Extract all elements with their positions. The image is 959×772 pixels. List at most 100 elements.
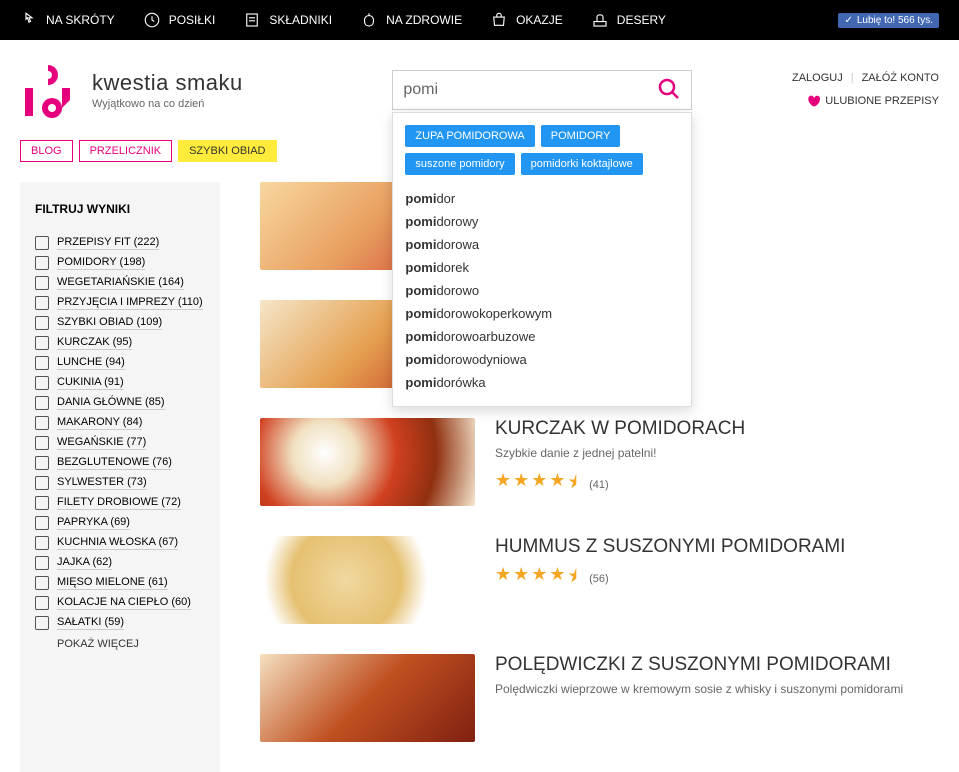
filter-checkbox[interactable]	[35, 516, 49, 530]
filter-label[interactable]: BEZGLUTENOWE (76)	[57, 456, 172, 470]
filter-label[interactable]: PAPRYKA (69)	[57, 516, 130, 530]
star-icon: ★	[531, 564, 547, 594]
filter-checkbox[interactable]	[35, 316, 49, 330]
filter-checkbox[interactable]	[35, 576, 49, 590]
star-icon: ★	[549, 564, 565, 594]
filter-checkbox[interactable]	[35, 396, 49, 410]
filter-label[interactable]: LUNCHE (94)	[57, 356, 125, 370]
rating-stars: ★★★★⯨	[495, 564, 577, 594]
logo[interactable]: kwestia smaku Wyjątkowo na co dzień	[20, 60, 243, 120]
filter-label[interactable]: MAKARONY (84)	[57, 416, 142, 430]
filter-label[interactable]: WEGAŃSKIE (77)	[57, 436, 146, 450]
account-links: ZALOGUJ | ZAŁÓŻ KONTO ULUBIONE PRZEPISY	[792, 72, 939, 108]
top-nav-left: NA SKRÓTY POSIŁKI SKŁADNIKI NA ZDROWIE O…	[20, 11, 666, 29]
filter-item: PRZEPISY FIT (222)	[35, 236, 205, 250]
suggestion-tag[interactable]: pomidorki koktajlowe	[521, 153, 643, 175]
suggestion-item[interactable]: pomidor	[405, 187, 679, 210]
filter-item: KURCZAK (95)	[35, 336, 205, 350]
filter-item: SAŁATKI (59)	[35, 616, 205, 630]
favorites-link[interactable]: ULUBIONE PRZEPISY	[806, 94, 939, 108]
suggestion-item[interactable]: pomidorowokoperkowym	[405, 302, 679, 325]
nav-label: OKAZJE	[516, 13, 563, 27]
filter-label[interactable]: SZYBKI OBIAD (109)	[57, 316, 162, 330]
pointer-icon	[20, 11, 38, 29]
sidebar-title: FILTRUJ WYNIKI	[35, 202, 205, 216]
show-more-button[interactable]: POKAŻ WIĘCEJ	[57, 638, 205, 650]
result-content: POLĘDWICZKI Z SUSZONYMI POMIDORAMIPolędw…	[495, 654, 939, 742]
suggestion-tag[interactable]: ZUPA POMIDOROWA	[405, 125, 534, 147]
blog-button[interactable]: BLOG	[20, 140, 73, 162]
filter-checkbox[interactable]	[35, 236, 49, 250]
filter-label[interactable]: PRZYJĘCIA I IMPREZY (110)	[57, 296, 203, 310]
filter-label[interactable]: DANIA GŁÓWNE (85)	[57, 396, 165, 410]
suggestion-item[interactable]: pomidorówka	[405, 371, 679, 394]
result-item[interactable]: KURCZAK W POMIDORACHSzybkie danie z jedn…	[260, 418, 939, 506]
converter-button[interactable]: PRZELICZNIK	[79, 140, 173, 162]
nav-label: DESERY	[617, 13, 666, 27]
filter-checkbox[interactable]	[35, 296, 49, 310]
nav-meals[interactable]: POSIŁKI	[143, 11, 216, 29]
logo-text: kwestia smaku Wyjątkowo na co dzień	[92, 70, 243, 110]
result-image	[260, 418, 475, 506]
login-link[interactable]: ZALOGUJ	[792, 72, 843, 84]
star-icon: ★	[513, 564, 529, 594]
filter-label[interactable]: KURCZAK (95)	[57, 336, 132, 350]
filter-checkbox[interactable]	[35, 336, 49, 350]
filter-checkbox[interactable]	[35, 616, 49, 630]
nav-ingredients[interactable]: SKŁADNIKI	[243, 11, 332, 29]
nav-shortcuts[interactable]: NA SKRÓTY	[20, 11, 115, 29]
suggestion-item[interactable]: pomidorowo	[405, 279, 679, 302]
rating-stars: ★★★★⯨	[495, 470, 577, 500]
star-icon: ★	[495, 564, 511, 594]
filter-checkbox[interactable]	[35, 496, 49, 510]
filter-label[interactable]: PRZEPISY FIT (222)	[57, 236, 159, 250]
suggestion-tag[interactable]: POMIDORY	[541, 125, 621, 147]
filter-label[interactable]: SYLWESTER (73)	[57, 476, 147, 490]
result-item[interactable]: POLĘDWICZKI Z SUSZONYMI POMIDORAMIPolędw…	[260, 654, 939, 742]
logo-title: kwestia smaku	[92, 70, 243, 96]
register-link[interactable]: ZAŁÓŻ KONTO	[862, 72, 939, 84]
suggestion-item[interactable]: pomidorek	[405, 256, 679, 279]
filter-checkbox[interactable]	[35, 456, 49, 470]
result-title: KURCZAK W POMIDORACH	[495, 418, 939, 440]
suggestion-item[interactable]: pomidorowa	[405, 233, 679, 256]
filter-item: BEZGLUTENOWE (76)	[35, 456, 205, 470]
nav-label: NA ZDROWIE	[386, 13, 462, 27]
suggestion-tag[interactable]: suszone pomidory	[405, 153, 514, 175]
filter-label[interactable]: MIĘSO MIELONE (61)	[57, 576, 168, 590]
nav-label: POSIŁKI	[169, 13, 216, 27]
filter-checkbox[interactable]	[35, 276, 49, 290]
filter-label[interactable]: FILETY DROBIOWE (72)	[57, 496, 181, 510]
nav-health[interactable]: NA ZDROWIE	[360, 11, 462, 29]
search-button[interactable]	[657, 77, 681, 104]
result-item[interactable]: HUMMUS Z SUSZONYMI POMIDORAMI★★★★⯨(56)	[260, 536, 939, 624]
bag-icon	[490, 11, 508, 29]
filter-checkbox[interactable]	[35, 556, 49, 570]
filter-checkbox[interactable]	[35, 596, 49, 610]
filter-label[interactable]: CUKINIA (91)	[57, 376, 124, 390]
suggestion-item[interactable]: pomidorowy	[405, 210, 679, 233]
filter-checkbox[interactable]	[35, 416, 49, 430]
filter-label[interactable]: WEGETARIAŃSKIE (164)	[57, 276, 184, 290]
filter-label[interactable]: SAŁATKI (59)	[57, 616, 124, 630]
filter-label[interactable]: POMIDORY (198)	[57, 256, 145, 270]
nav-occasions[interactable]: OKAZJE	[490, 11, 563, 29]
filter-checkbox[interactable]	[35, 476, 49, 490]
filter-checkbox[interactable]	[35, 356, 49, 370]
filter-item: CUKINIA (91)	[35, 376, 205, 390]
filter-checkbox[interactable]	[35, 436, 49, 450]
search-input[interactable]	[403, 81, 657, 99]
filter-checkbox[interactable]	[35, 256, 49, 270]
autocomplete-dropdown: ZUPA POMIDOROWA POMIDORY suszone pomidory p…	[392, 112, 692, 407]
nav-desserts[interactable]: DESERY	[591, 11, 666, 29]
filter-checkbox[interactable]	[35, 376, 49, 390]
filter-label[interactable]: KUCHNIA WŁOSKA (67)	[57, 536, 178, 550]
suggestion-item[interactable]: pomidorowoarbuzowe	[405, 325, 679, 348]
filter-label[interactable]: JAJKA (62)	[57, 556, 112, 570]
logo-subtitle: Wyjątkowo na co dzień	[92, 98, 243, 110]
quick-dinner-button[interactable]: SZYBKI OBIAD	[178, 140, 276, 162]
facebook-like-button[interactable]: Lubię to! 566 tys.	[838, 13, 939, 28]
suggestion-item[interactable]: pomidorowodyniowa	[405, 348, 679, 371]
filter-checkbox[interactable]	[35, 536, 49, 550]
filter-label[interactable]: KOLACJE NA CIEPŁO (60)	[57, 596, 191, 610]
